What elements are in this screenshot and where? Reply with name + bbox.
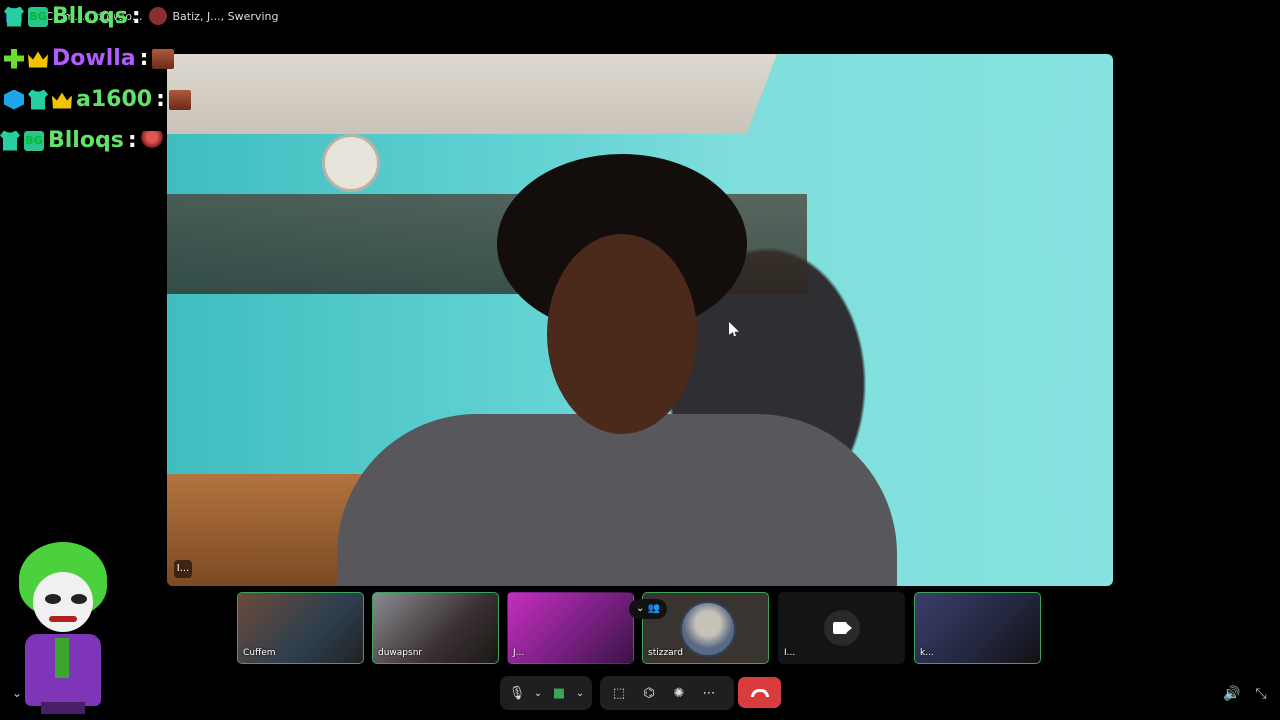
sticker-eye bbox=[45, 594, 61, 604]
badge-shirt-icon bbox=[28, 89, 48, 110]
tile-options-button[interactable]: ⌄ 👥 bbox=[629, 599, 667, 619]
chat-username: Dowlla bbox=[52, 46, 136, 71]
avatar bbox=[680, 601, 736, 657]
chat-separator: : bbox=[127, 128, 137, 153]
more-icon[interactable]: ⋯ bbox=[696, 680, 722, 706]
soundboard-icon[interactable]: ✺ bbox=[666, 680, 692, 706]
chat-separator: : bbox=[156, 87, 165, 112]
chat-message: a1600 : bbox=[4, 87, 191, 112]
mic-camera-controls: 🎙 ⌄ ■ ⌄ bbox=[500, 676, 592, 710]
sticker-legs bbox=[41, 702, 85, 714]
call-action-controls: ⬚ ⌬ ✺ ⋯ bbox=[600, 676, 734, 710]
stream-label-button[interactable]: I... bbox=[174, 560, 192, 578]
participant-tile[interactable]: I... bbox=[778, 592, 905, 664]
badge-tag-icon: BG bbox=[24, 130, 44, 151]
sticker-eye bbox=[71, 594, 87, 604]
end-call-button[interactable] bbox=[738, 677, 781, 708]
chevron-down-icon[interactable]: ⌄ bbox=[574, 680, 586, 706]
chat-separator: : bbox=[131, 4, 141, 29]
share-screen-icon[interactable]: ⬚ bbox=[606, 680, 632, 706]
badge-crown-icon bbox=[28, 51, 48, 68]
sticker-tie bbox=[55, 638, 69, 678]
camera-icon[interactable]: ■ bbox=[548, 680, 570, 706]
gamepad-icon[interactable]: ⌬ bbox=[636, 680, 662, 706]
badge-tag-icon: BG bbox=[28, 6, 48, 27]
main-video-stream[interactable]: I... bbox=[167, 54, 1113, 586]
badge-plus-icon bbox=[4, 48, 24, 69]
badge-cube-icon bbox=[4, 89, 24, 110]
emote-person-icon bbox=[140, 130, 163, 151]
participant-tile[interactable]: ⌄ 👥 stizzard bbox=[629, 592, 769, 664]
video-ceiling bbox=[167, 54, 777, 134]
chat-username: Blloqs bbox=[48, 128, 124, 153]
participant-name: stizzard bbox=[648, 648, 683, 658]
chat-separator: : bbox=[139, 46, 149, 71]
emote-face-icon bbox=[152, 48, 175, 69]
chat-message: Dowlla : bbox=[4, 46, 175, 71]
volume-icon[interactable]: 🔊 bbox=[1222, 684, 1242, 704]
video-person-head bbox=[547, 234, 697, 434]
call-participants-text: Batiz, J..., Swerving bbox=[172, 9, 279, 23]
participant-tile[interactable]: k... bbox=[914, 592, 1041, 664]
participant-name: duwapsnr bbox=[378, 648, 423, 658]
camera-off-icon bbox=[823, 610, 860, 646]
chat-username: Blloqs bbox=[52, 4, 128, 29]
video-person-body bbox=[337, 414, 897, 586]
video-wall-clock bbox=[322, 134, 380, 192]
badge-shirt-icon bbox=[4, 6, 24, 27]
emote-face-icon bbox=[168, 89, 191, 110]
chevron-down-icon[interactable]: ⌄ bbox=[12, 686, 22, 700]
joker-sticker bbox=[15, 542, 111, 714]
chat-message: BG Blloqs : bbox=[4, 4, 141, 29]
exit-fullscreen-icon[interactable]: ⤡ bbox=[1251, 684, 1271, 704]
participant-tile[interactable]: Cuffem bbox=[237, 592, 364, 664]
participant-name: k... bbox=[920, 648, 934, 658]
end-call-icon bbox=[750, 688, 769, 697]
chat-message: BG Blloqs : bbox=[0, 128, 163, 153]
participant-tile[interactable]: duwapsnr bbox=[372, 592, 499, 664]
chevron-down-icon[interactable]: ⌄ bbox=[532, 680, 544, 706]
avatar bbox=[148, 7, 167, 25]
mic-icon[interactable]: 🎙 bbox=[506, 680, 528, 706]
participant-name: J... bbox=[513, 648, 525, 658]
chat-username: a1600 bbox=[76, 87, 153, 112]
participant-tile[interactable]: J... bbox=[507, 592, 634, 664]
participant-name: I... bbox=[784, 648, 796, 658]
badge-shirt-icon bbox=[0, 130, 20, 151]
badge-crown-icon bbox=[52, 92, 72, 109]
participant-name: Cuffem bbox=[243, 648, 276, 658]
sticker-mouth bbox=[49, 616, 77, 622]
